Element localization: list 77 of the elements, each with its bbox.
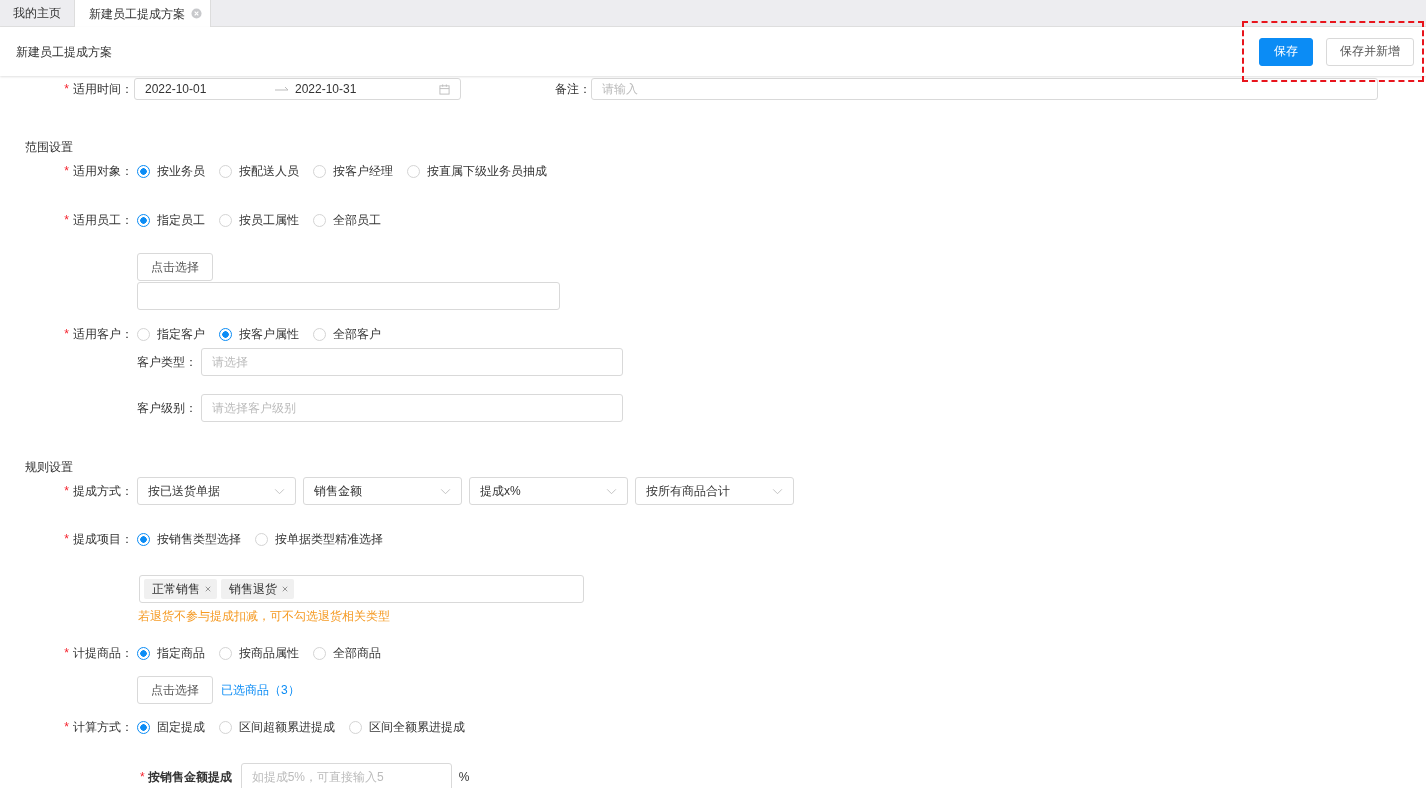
selected-goods-link[interactable]: 已选商品（3）	[221, 682, 300, 698]
radio-icon[interactable]	[137, 164, 150, 178]
radio-option[interactable]: 按直属下级业务员抽成	[407, 163, 547, 179]
radio-option[interactable]: 全部员工	[313, 212, 381, 228]
field-label: 计算方式：	[73, 720, 133, 734]
radio-option[interactable]: 按配送人员	[219, 163, 299, 179]
dropdown[interactable]: 按所有商品合计	[635, 477, 794, 505]
required-mark: *	[64, 164, 69, 178]
field-label: 备注：	[554, 81, 591, 97]
radio-option[interactable]: 按销售类型选择	[137, 531, 241, 547]
radio-option[interactable]: 指定商品	[137, 645, 205, 661]
radio-icon[interactable]	[137, 213, 150, 227]
remark-field[interactable]: 请输入	[591, 78, 1378, 100]
hint-text: 若退货不参与提成扣减，可不勾选退货相关类型	[138, 608, 390, 625]
save-button[interactable]: 保存并新增	[1326, 37, 1414, 66]
radio-option[interactable]: 按客户经理	[313, 163, 393, 179]
chevron-icon	[440, 487, 451, 495]
radio-option[interactable]: 按业务员	[137, 163, 205, 179]
field-label: 按销售金额提成	[147, 769, 232, 785]
percent-field[interactable]: 如提成5%，可直接输入5	[240, 763, 452, 788]
chevron-icon	[772, 487, 783, 495]
radio-option[interactable]: 按员工属性	[219, 212, 299, 228]
close-icon[interactable]	[282, 586, 288, 592]
select-button[interactable]: 点击选择	[137, 676, 213, 704]
radio-icon[interactable]	[137, 720, 150, 734]
required-mark: *	[64, 532, 69, 546]
radio-option[interactable]: 按客户属性	[219, 326, 299, 342]
field-label: 客户级别：	[137, 400, 197, 416]
radio-option[interactable]: 区间超额累进提成	[219, 719, 335, 735]
section-title: 范围设置	[25, 140, 73, 154]
field-label: 提成方式：	[73, 484, 133, 498]
field-label: 适用客户：	[73, 327, 133, 341]
field-label: 适用对象：	[73, 164, 133, 178]
required-mark: *	[140, 769, 145, 785]
dropdown[interactable]: 提成x%	[469, 477, 628, 505]
dropdown[interactable]: 销售金额	[303, 477, 462, 505]
select-field[interactable]: 请选择客户级别	[201, 394, 623, 422]
required-mark: *	[64, 327, 69, 341]
radio-option[interactable]: 区间全额累进提成	[349, 719, 465, 735]
required-mark: *	[64, 646, 69, 660]
chevron-icon	[274, 487, 285, 495]
input-field[interactable]	[137, 282, 560, 310]
field-label: 适用时间：	[73, 82, 133, 96]
field-label: 提成项目：	[73, 532, 133, 546]
radio-option[interactable]: 指定员工	[137, 212, 205, 228]
page-title: 新建员工提成方案	[16, 43, 113, 60]
section-title: 规则设置	[25, 460, 73, 474]
calendar-icon	[439, 83, 450, 95]
tag: 销售退货	[221, 579, 294, 599]
close-icon[interactable]	[191, 8, 202, 19]
radio-option[interactable]: 全部商品	[313, 645, 381, 661]
radio-option[interactable]: 按单据类型精准选择	[255, 531, 383, 547]
radio-icon[interactable]	[137, 646, 150, 660]
select-button[interactable]: 点击选择	[137, 253, 213, 281]
radio-option[interactable]: 按商品属性	[219, 645, 299, 661]
arrow-icon	[275, 85, 289, 93]
field-label: 客户类型：	[137, 354, 197, 370]
required-mark: *	[64, 720, 69, 734]
radio-option[interactable]: 全部客户	[313, 326, 381, 342]
required-mark: *	[64, 213, 69, 227]
page-tab[interactable]: 新建员工提成方案	[75, 0, 211, 27]
field-label: 适用员工：	[73, 213, 133, 227]
close-icon[interactable]	[205, 586, 211, 592]
tag-field[interactable]: 正常销售 销售退货	[139, 575, 584, 603]
select-field[interactable]: 请选择	[201, 348, 623, 376]
radio-icon[interactable]	[137, 532, 150, 546]
radio-icon[interactable]	[219, 327, 232, 341]
required-mark: *	[64, 484, 69, 498]
date-range-field[interactable]: 2022-10-01 2022-10-31	[134, 78, 461, 100]
radio-option[interactable]: 固定提成	[137, 719, 205, 735]
chevron-icon	[606, 487, 617, 495]
tag: 正常销售	[144, 579, 217, 599]
required-mark: *	[64, 82, 69, 96]
field-label: 计提商品：	[73, 646, 133, 660]
radio-option[interactable]: 指定客户	[137, 326, 205, 342]
unit-label: %	[458, 769, 470, 785]
dropdown[interactable]: 按已送货单据	[137, 477, 296, 505]
